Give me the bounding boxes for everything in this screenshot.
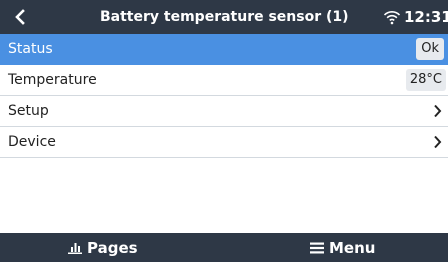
back-button[interactable] xyxy=(2,0,38,34)
temperature-value: 28°C xyxy=(405,69,446,91)
chevron-left-icon xyxy=(15,9,25,25)
hamburger-icon xyxy=(310,242,324,253)
menu-label: Menu xyxy=(329,238,376,257)
list-item-device[interactable]: Device xyxy=(0,127,448,158)
clock: 12:31 xyxy=(404,8,448,26)
device-page: Battery temperature sensor (1) 12:31 Sta… xyxy=(0,0,448,262)
pages-label: Pages xyxy=(87,238,138,257)
list-item-label: Device xyxy=(8,134,56,150)
bottom-bar: Pages Menu xyxy=(0,233,448,262)
menu-button[interactable]: Menu xyxy=(310,233,375,262)
bar-chart-icon xyxy=(68,242,82,254)
list-item-temperature[interactable]: Temperature 28°C xyxy=(0,65,448,96)
wifi-icon xyxy=(383,11,401,25)
status-value: Ok xyxy=(416,38,444,60)
list-item-setup[interactable]: Setup xyxy=(0,96,448,127)
settings-list: Status Ok Temperature 28°C Setup Device xyxy=(0,34,448,158)
pages-button[interactable]: Pages xyxy=(68,233,138,262)
list-item-status[interactable]: Status Ok xyxy=(0,34,448,65)
top-bar: Battery temperature sensor (1) 12:31 xyxy=(0,0,448,34)
list-item-label: Setup xyxy=(8,103,49,119)
chevron-right-icon xyxy=(434,135,442,149)
list-item-label: Temperature xyxy=(8,72,97,88)
page-title: Battery temperature sensor (1) xyxy=(100,9,349,25)
list-item-label: Status xyxy=(8,41,53,57)
chevron-right-icon xyxy=(434,104,442,118)
